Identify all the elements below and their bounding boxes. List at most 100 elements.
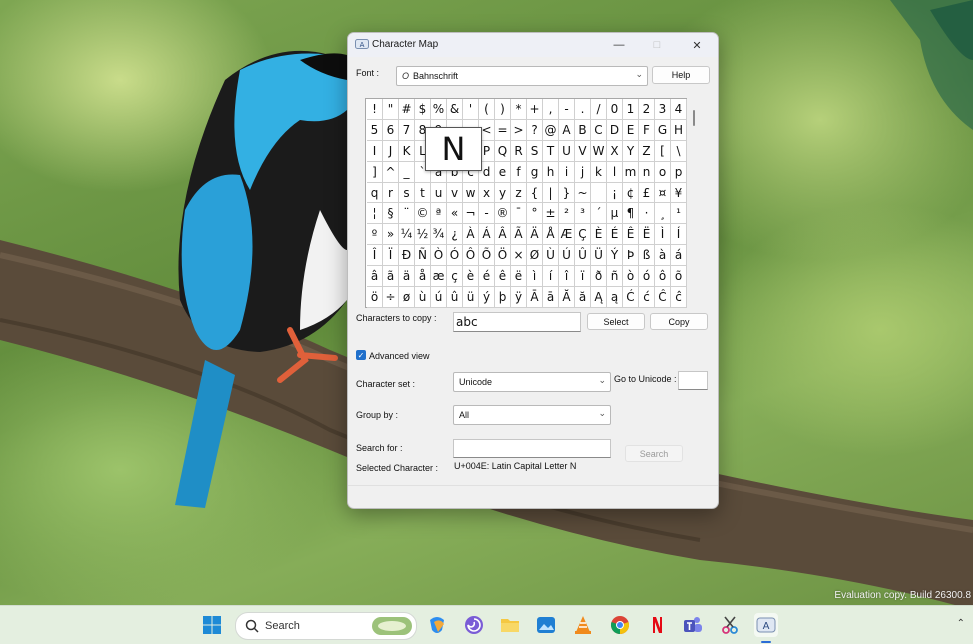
character-cell[interactable]: ð — [591, 266, 607, 288]
character-cell[interactable]: « — [447, 203, 463, 225]
font-dropdown[interactable]: O Bahnschrift ⌄ — [396, 66, 648, 86]
character-cell[interactable]: | — [543, 182, 559, 204]
character-cell[interactable]: 0 — [607, 99, 623, 120]
character-cell[interactable]: ¬ — [463, 203, 479, 225]
character-cell[interactable]: Í — [671, 224, 687, 246]
character-cell[interactable]: è — [463, 266, 479, 288]
character-cell[interactable]: # — [399, 99, 415, 120]
character-cell[interactable]: ° — [527, 203, 543, 225]
character-cell[interactable]: ª — [431, 203, 447, 225]
character-cell[interactable]: ± — [543, 203, 559, 225]
character-cell[interactable]: Ñ — [415, 245, 431, 267]
character-cell[interactable]: Q — [495, 140, 511, 162]
character-cell[interactable]: · — [639, 203, 655, 225]
character-map-taskbar-button[interactable]: A — [754, 613, 778, 637]
character-cell[interactable]: _ — [399, 161, 415, 183]
character-cell[interactable]: Â — [495, 224, 511, 246]
grid-scrollbar-thumb[interactable] — [693, 110, 695, 126]
character-cell[interactable]: Ä — [527, 224, 543, 246]
character-cell[interactable]: È — [591, 224, 607, 246]
character-cell[interactable]: C — [591, 119, 607, 141]
character-cell[interactable]: * — [511, 99, 527, 120]
character-cell[interactable]: { — [527, 182, 543, 204]
character-cell[interactable]: V — [575, 140, 591, 162]
character-cell[interactable]: ò — [623, 266, 639, 288]
character-cell[interactable]: F — [639, 119, 655, 141]
character-cell[interactable]: 5 — [367, 119, 383, 141]
character-cell[interactable]: Ð — [399, 245, 415, 267]
character-cell[interactable]: w — [463, 182, 479, 204]
character-cell[interactable]: m — [623, 161, 639, 183]
character-cell[interactable]: Ā — [527, 287, 543, 308]
characters-to-copy-input[interactable]: abc — [453, 312, 581, 332]
character-cell[interactable]: Å — [543, 224, 559, 246]
character-cell[interactable]: ß — [639, 245, 655, 267]
character-cell[interactable]: Î — [367, 245, 383, 267]
character-cell[interactable]: ¸ — [655, 203, 671, 225]
character-cell[interactable]: " — [383, 99, 399, 120]
character-cell[interactable]: Ą — [591, 287, 607, 308]
character-cell[interactable]: § — [383, 203, 399, 225]
character-cell[interactable]: ¢ — [623, 182, 639, 204]
select-button[interactable]: Select — [587, 313, 645, 330]
character-cell[interactable]: o — [655, 161, 671, 183]
character-cell[interactable]: t — [415, 182, 431, 204]
character-cell[interactable]: E — [623, 119, 639, 141]
character-cell[interactable]: ¨ — [399, 203, 415, 225]
character-cell[interactable]: K — [399, 140, 415, 162]
search-for-input[interactable] — [453, 439, 611, 458]
character-cell[interactable]: ¦ — [367, 203, 383, 225]
character-cell[interactable]: ½ — [415, 224, 431, 246]
taskbar-search-box[interactable]: Search — [235, 612, 417, 640]
character-cell[interactable]: ¾ — [431, 224, 447, 246]
character-cell[interactable]: ä — [399, 266, 415, 288]
character-cell[interactable]: ã — [383, 266, 399, 288]
character-cell[interactable]: ç — [447, 266, 463, 288]
character-cell[interactable]: Ï — [383, 245, 399, 267]
character-cell[interactable]: & — [447, 99, 463, 120]
character-cell[interactable]: ¼ — [399, 224, 415, 246]
character-cell[interactable]: ë — [511, 266, 527, 288]
vlc-button[interactable] — [571, 613, 595, 637]
character-cell[interactable]: é — [479, 266, 495, 288]
character-cell[interactable]: n — [639, 161, 655, 183]
character-cell[interactable]: $ — [415, 99, 431, 120]
character-cell[interactable]: © — [415, 203, 431, 225]
character-cell[interactable]: Ë — [639, 224, 655, 246]
character-cell[interactable]: e — [495, 161, 511, 183]
character-grid[interactable]: !"#$%&'()*+,-./0123456789:;<=>?@ABCDEFGH… — [365, 98, 687, 308]
character-cell[interactable]: í — [543, 266, 559, 288]
character-cell[interactable]: ² — [559, 203, 575, 225]
character-cell[interactable]: Ă — [559, 287, 575, 308]
character-cell[interactable]: Ô — [463, 245, 479, 267]
character-cell[interactable]: - — [479, 203, 495, 225]
minimize-button[interactable]: — — [600, 33, 638, 57]
character-cell[interactable]: J — [383, 140, 399, 162]
character-cell[interactable]: ÷ — [383, 287, 399, 308]
group-by-dropdown[interactable]: All ⌄ — [453, 405, 611, 425]
character-cell[interactable]: , — [543, 99, 559, 120]
character-cell[interactable]: 1 — [623, 99, 639, 120]
character-cell[interactable]: 4 — [671, 99, 687, 120]
character-cell[interactable]: ( — [479, 99, 495, 120]
character-cell[interactable]: ¥ — [671, 182, 687, 204]
character-cell[interactable]: É — [607, 224, 623, 246]
character-cell[interactable]: A — [559, 119, 575, 141]
character-cell[interactable]: ā — [543, 287, 559, 308]
character-cell[interactable]: S — [527, 140, 543, 162]
character-cell[interactable]: ú — [431, 287, 447, 308]
character-cell[interactable]: . — [575, 99, 591, 120]
character-cell[interactable]: + — [527, 99, 543, 120]
character-cell[interactable]: G — [655, 119, 671, 141]
character-cell[interactable]: Þ — [623, 245, 639, 267]
character-cell[interactable]: ´ — [591, 203, 607, 225]
character-cell[interactable]: ć — [639, 287, 655, 308]
character-cell[interactable]: z — [511, 182, 527, 204]
character-cell[interactable]: ê — [495, 266, 511, 288]
character-cell[interactable]: 2 — [639, 99, 655, 120]
advanced-view-checkbox[interactable]: ✓ — [356, 350, 366, 360]
character-set-dropdown[interactable]: Unicode ⌄ — [453, 372, 611, 392]
character-cell[interactable]: / — [591, 99, 607, 120]
character-cell[interactable]: g — [527, 161, 543, 183]
character-cell[interactable]: r — [383, 182, 399, 204]
